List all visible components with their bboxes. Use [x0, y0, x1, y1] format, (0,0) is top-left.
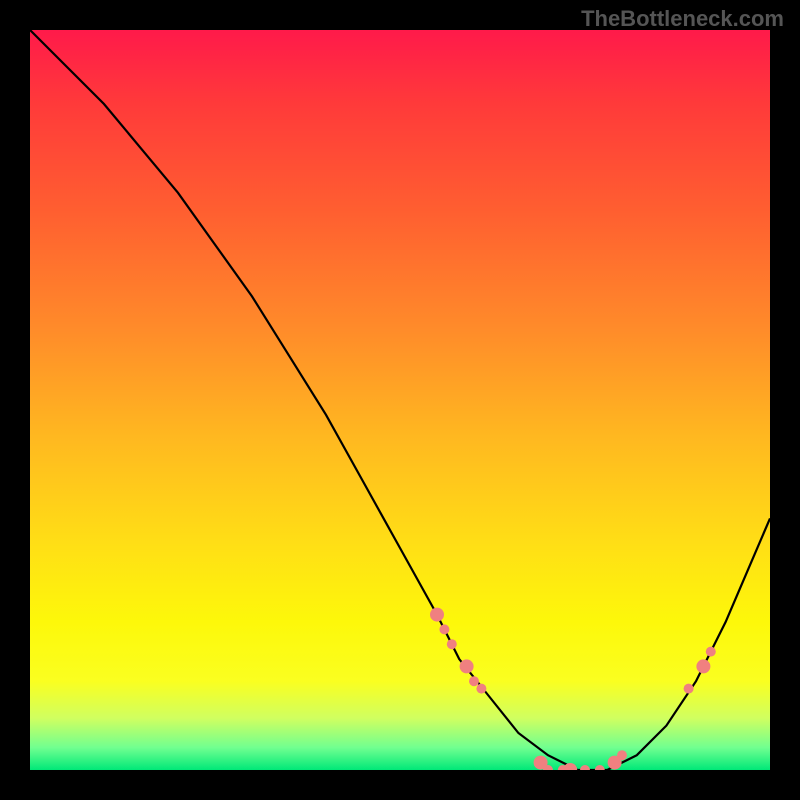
marker-point	[595, 765, 605, 770]
highlight-markers	[430, 608, 716, 770]
marker-point	[617, 750, 627, 760]
marker-point	[706, 647, 716, 657]
marker-point	[447, 639, 457, 649]
chart-container: TheBottleneck.com	[0, 0, 800, 800]
marker-point	[580, 765, 590, 770]
marker-point	[476, 684, 486, 694]
curve-svg	[30, 30, 770, 770]
marker-point	[684, 684, 694, 694]
marker-point	[430, 608, 444, 622]
marker-point	[460, 659, 474, 673]
bottleneck-curve-line	[30, 30, 770, 770]
marker-point	[439, 624, 449, 634]
plot-area	[30, 30, 770, 770]
marker-point	[696, 659, 710, 673]
marker-point	[469, 676, 479, 686]
attribution-text: TheBottleneck.com	[581, 6, 784, 32]
